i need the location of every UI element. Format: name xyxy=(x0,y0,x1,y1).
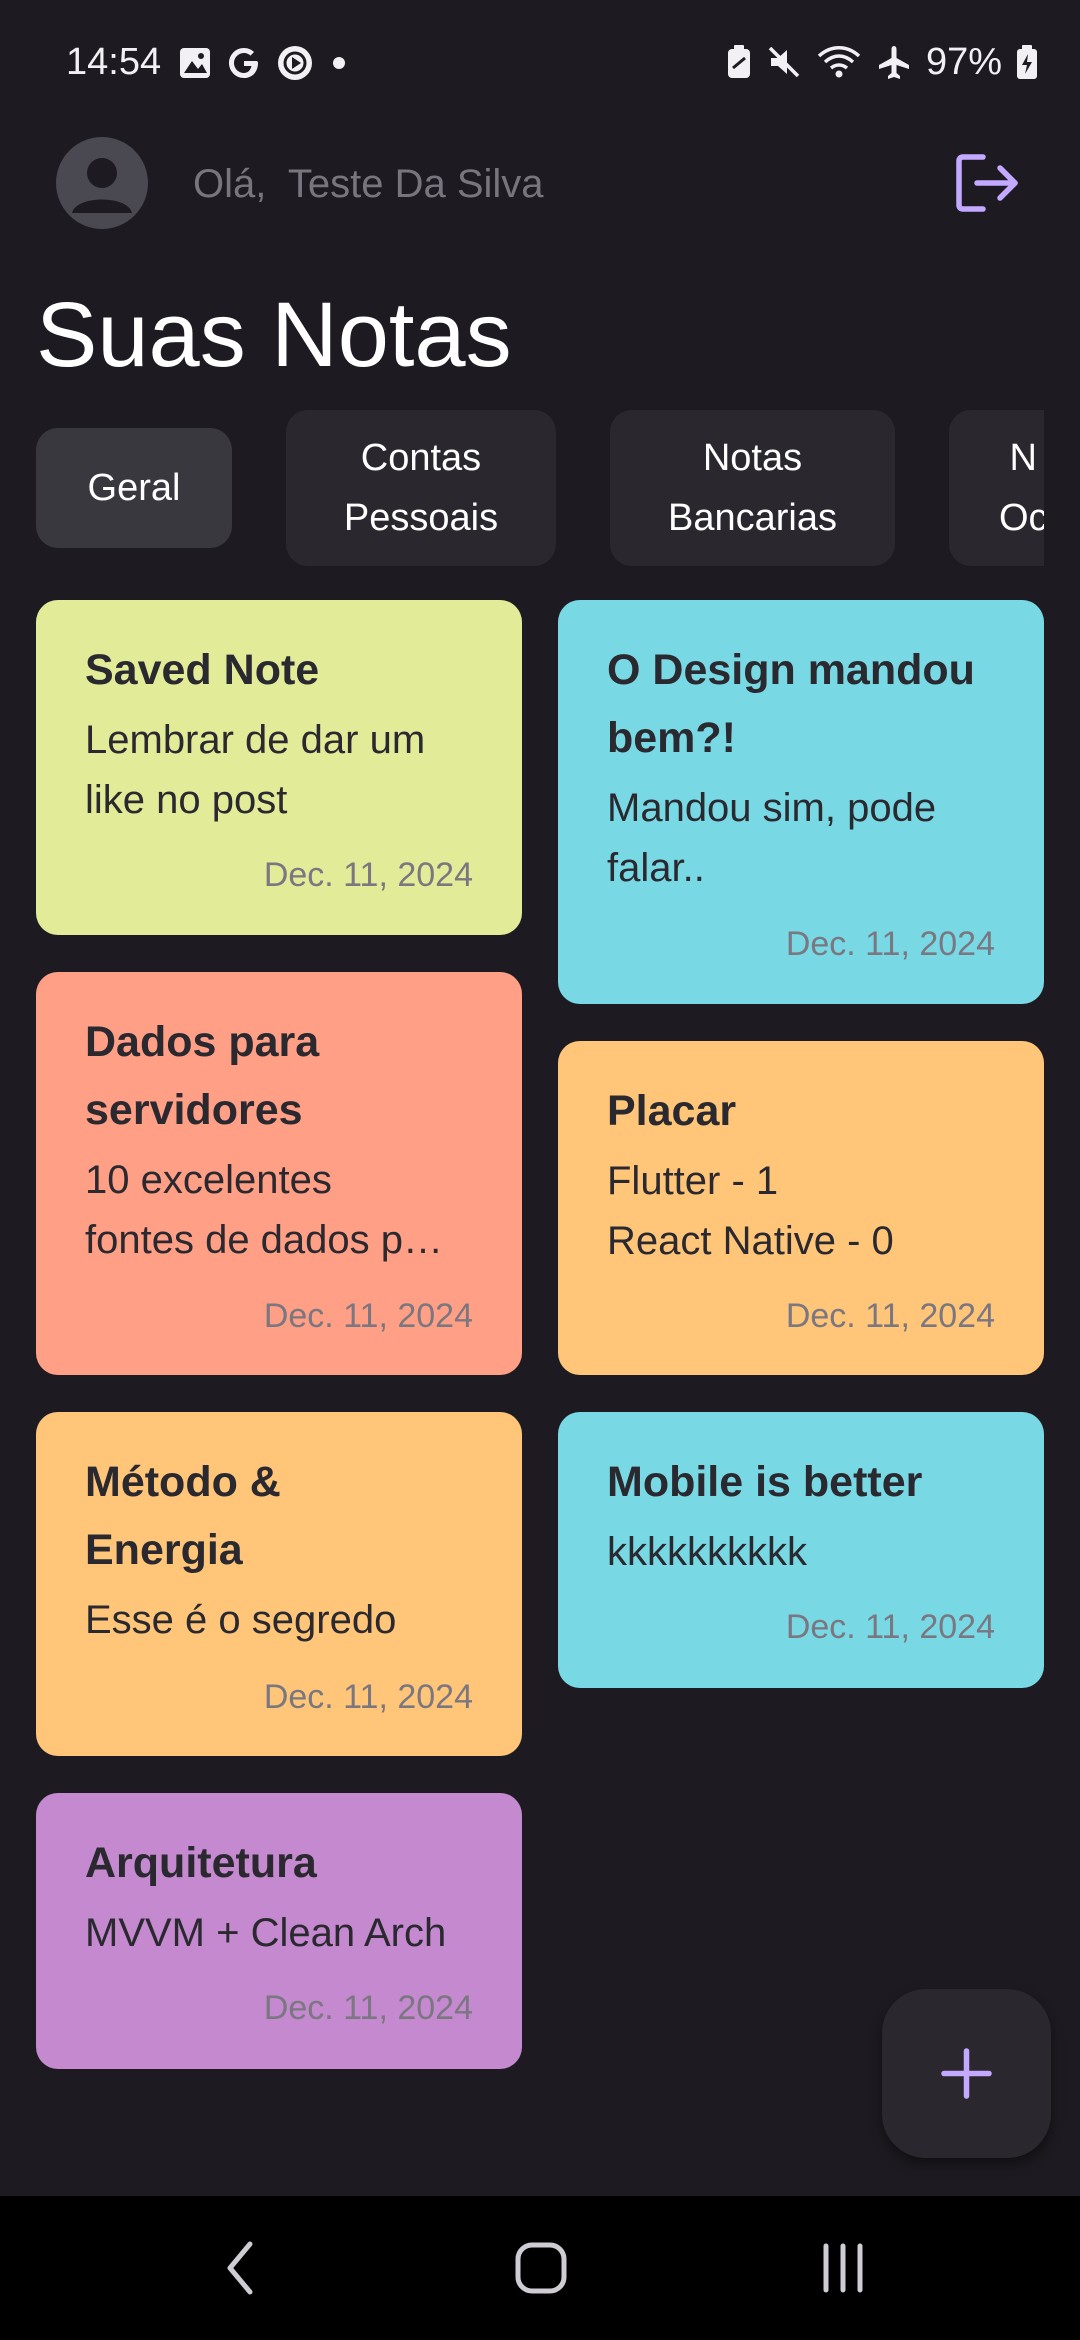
note-title: Arquitetura xyxy=(85,1839,317,1887)
note-title: Saved Note xyxy=(85,646,320,694)
note-date: Dec. 11, 2024 xyxy=(785,1297,995,1335)
note-title: Dados para servidores xyxy=(85,1018,320,1134)
note-card[interactable]: Saved Note Lembrar de dar um like no pos… xyxy=(36,600,522,935)
tab-label: Contas Pessoais xyxy=(343,437,499,539)
note-body: 10 excelentes xyxy=(85,1150,474,1210)
note-date: Dec. 11, 2024 xyxy=(263,856,473,894)
note-card[interactable]: Arquitetura MVVM + Clean Arch Dec. 11, 2… xyxy=(36,1793,522,2069)
note-body: Mandou sim, pode falar.. xyxy=(607,786,937,890)
note-body-line2: fontes de dados p… xyxy=(85,1218,444,1262)
logout-button[interactable] xyxy=(953,150,1023,216)
note-title: Método & Energia xyxy=(85,1458,281,1574)
tab-geral[interactable]: Geral xyxy=(36,428,232,548)
battery-charging-icon xyxy=(1017,45,1037,79)
note-date: Dec. 11, 2024 xyxy=(263,1989,473,2027)
page-title: Suas Notas xyxy=(36,284,512,386)
tab-contas-pessoais[interactable]: Contas Pessoais xyxy=(286,410,556,566)
back-icon[interactable] xyxy=(220,2238,260,2298)
note-body-line: 10 excelentes xyxy=(85,1158,332,1202)
recents-icon[interactable] xyxy=(818,2240,868,2296)
status-time: 14:54 xyxy=(66,41,162,83)
status-left-icons xyxy=(178,44,350,82)
tab-label: Geral xyxy=(87,467,181,509)
note-title: Mobile is better xyxy=(607,1458,923,1506)
plus-icon xyxy=(941,2048,992,2099)
note-card[interactable]: Dados para servidores 10 excelentes font… xyxy=(36,972,522,1375)
system-nav-bar xyxy=(0,2196,1080,2340)
note-card[interactable]: O Design mandou bem?! Mandou sim, pode f… xyxy=(558,600,1044,1004)
battery-percent: 97% xyxy=(925,41,1002,83)
note-body: Flutter - 1 React Native - 0 xyxy=(607,1159,894,1263)
home-icon[interactable] xyxy=(514,2240,568,2296)
mute-icon xyxy=(768,46,800,78)
tab-label: N Oc xyxy=(999,437,1044,539)
tab-notas-bancarias[interactable]: Notas Bancarias xyxy=(610,410,895,566)
greeting-text: Olá, Teste Da Silva xyxy=(193,162,544,206)
status-right: 97% xyxy=(726,38,1038,86)
note-date: Dec. 11, 2024 xyxy=(785,1608,995,1646)
tab-partial[interactable]: N Oc xyxy=(949,410,1044,566)
add-note-button[interactable] xyxy=(882,1989,1051,2158)
note-date: Dec. 11, 2024 xyxy=(263,1678,473,1716)
note-card[interactable]: Método & Energia Esse é o segredo Dec. 1… xyxy=(36,1412,522,1756)
dot-icon xyxy=(333,57,345,69)
avatar[interactable] xyxy=(56,137,148,229)
category-tabs: Geral Contas Pessoais Notas Bancarias N … xyxy=(0,408,1044,568)
note-body: Lembrar de dar um like no post xyxy=(85,718,426,822)
person-icon xyxy=(72,158,132,213)
tab-label: Notas Bancarias xyxy=(668,437,837,539)
note-body: MVVM + Clean Arch xyxy=(85,1911,447,1955)
note-title: Placar xyxy=(607,1087,737,1135)
google-icon xyxy=(229,48,258,78)
wifi-icon xyxy=(817,46,861,78)
note-card[interactable]: Placar Flutter - 1 React Native - 0 Dec.… xyxy=(558,1041,1044,1375)
note-title: O Design mandou bem?! xyxy=(607,646,975,762)
note-date: Dec. 11, 2024 xyxy=(785,925,995,963)
airplane-icon xyxy=(878,46,909,79)
note-body: Esse é o segredo xyxy=(85,1598,397,1642)
note-body: kkkkkkkkkk xyxy=(607,1530,807,1574)
media-icon xyxy=(278,46,312,80)
note-card[interactable]: Mobile is better kkkkkkkkkk Dec. 11, 202… xyxy=(558,1412,1044,1688)
note-date: Dec. 11, 2024 xyxy=(263,1297,473,1335)
logout-icon xyxy=(956,154,1018,212)
gallery-icon xyxy=(180,48,210,78)
battery-saver-icon xyxy=(727,45,750,78)
